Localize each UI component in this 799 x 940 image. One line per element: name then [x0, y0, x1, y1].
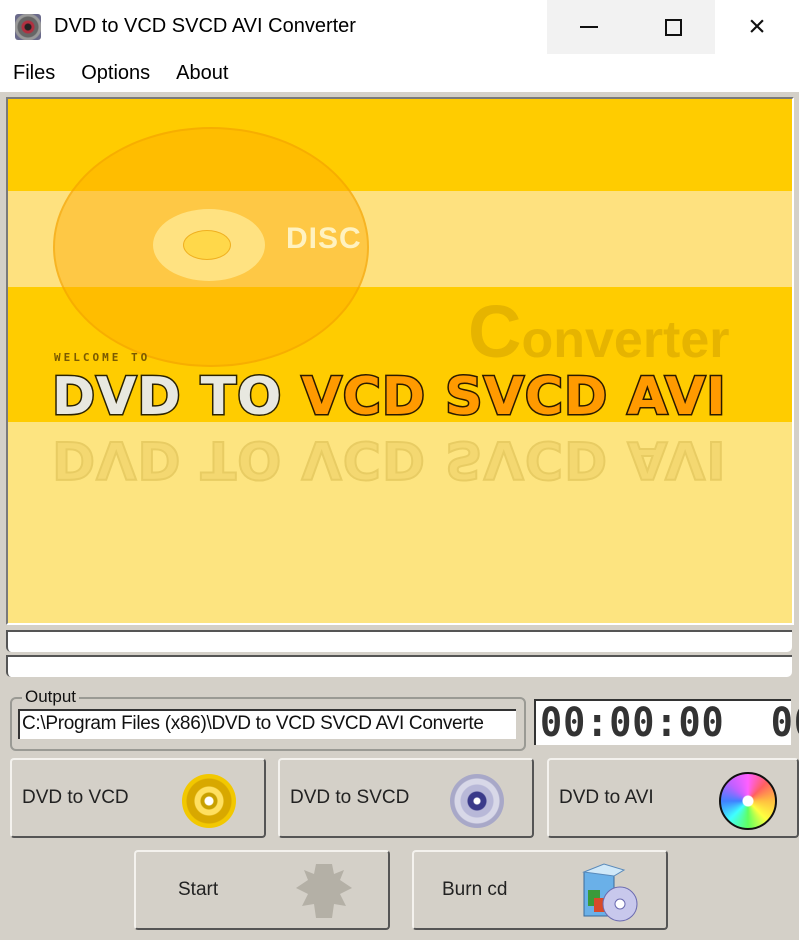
disc-hole [183, 230, 231, 260]
disc-label: DISC [286, 222, 362, 255]
silver-disc-icon [450, 774, 504, 828]
close-button[interactable]: × [715, 0, 799, 54]
dvd-to-svcd-label: DVD to SVCD [290, 787, 410, 808]
dvd-to-avi-button[interactable]: DVD to AVI [547, 758, 799, 838]
reflection-formats: VCD SVCD AVI [300, 428, 727, 490]
output-group: Output C:\Program Files (x86)\DVD to VCD… [10, 687, 526, 751]
start-label: Start [178, 879, 219, 900]
maximize-icon [664, 18, 682, 36]
gold-disc-icon [182, 774, 236, 828]
menu-about[interactable]: About [176, 62, 228, 85]
output-label: Output [22, 687, 80, 707]
maximize-button[interactable] [631, 0, 715, 54]
window-title: DVD to VCD SVCD AVI Converter [54, 15, 356, 37]
progress-bar-2 [6, 655, 792, 677]
headline-formats: VCD SVCD AVI [300, 366, 727, 429]
welcome-text: WELCOME TO [54, 351, 151, 364]
banner-frame: DISC Converter WELCOME TO DVD TO VCD SVC… [6, 97, 794, 625]
dvd-to-vcd-label: DVD to VCD [22, 787, 129, 808]
start-button[interactable]: Start [134, 850, 390, 930]
close-icon: × [748, 10, 766, 43]
menu-options[interactable]: Options [81, 62, 150, 85]
converter-initial: C [468, 290, 522, 373]
dvd-to-avi-label: DVD to AVI [559, 787, 654, 808]
converter-wordmark: Converter [468, 289, 730, 374]
minimize-button[interactable] [547, 0, 631, 54]
start-gear-icon [296, 864, 352, 918]
welcome-banner: DISC Converter WELCOME TO DVD TO VCD SVC… [8, 99, 792, 623]
rainbow-disc-icon [719, 772, 777, 830]
headline-dvd-to: DVD TO [50, 366, 302, 429]
burn-cd-label: Burn cd [442, 879, 508, 900]
title-bar: DVD to VCD SVCD AVI Converter × [0, 0, 799, 54]
minimize-icon [580, 26, 598, 28]
converter-rest: onverter [521, 311, 730, 369]
progress-bar-1 [6, 630, 792, 652]
headline: DVD TO VCD SVCD AVI [50, 366, 727, 429]
timer-text: 00:00:00 00 [540, 700, 799, 746]
app-icon [15, 14, 41, 40]
output-path-field[interactable]: C:\Program Files (x86)\DVD to VCD SVCD A… [18, 709, 516, 739]
dvd-to-vcd-button[interactable]: DVD to VCD [10, 758, 266, 838]
burn-cd-button[interactable]: Burn cd [412, 850, 668, 930]
menu-files[interactable]: Files [13, 62, 55, 85]
reflection-dvd-to: DVD TO [51, 428, 302, 490]
timer-display: 00:00:00 00 [534, 699, 799, 745]
headline-reflection: DVD TO VCD SVCD AVI [51, 428, 728, 490]
dvd-to-svcd-button[interactable]: DVD to SVCD [278, 758, 534, 838]
menu-bar: Files Options About [0, 54, 799, 92]
window-controls: × [547, 0, 799, 54]
burn-cd-icon [582, 863, 638, 922]
